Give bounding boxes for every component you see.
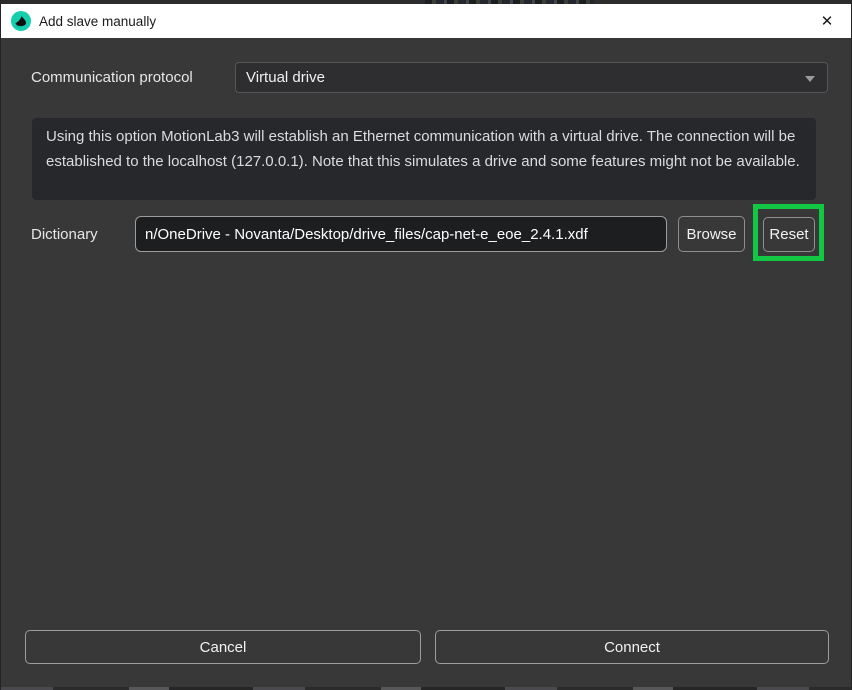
chevron-down-icon [805,76,815,82]
protocol-selected-value: Virtual drive [246,69,325,86]
reset-button-label: Reset [769,226,808,243]
reset-button[interactable]: Reset [763,217,815,252]
close-icon[interactable]: ✕ [809,4,845,38]
dictionary-path-input[interactable] [135,216,667,252]
browse-button[interactable]: Browse [678,216,745,252]
protocol-label: Communication protocol [31,69,193,86]
browse-button-label: Browse [686,226,736,243]
virtual-drive-info-text: Using this option MotionLab3 will establ… [46,128,800,170]
dialog-title: Add slave manually [39,14,156,29]
cancel-button-label: Cancel [200,639,247,656]
virtual-drive-info-box: Using this option MotionLab3 will establ… [32,118,816,200]
connect-button[interactable]: Connect [435,630,829,664]
add-slave-dialog: Add slave manually ✕ Communication proto… [0,0,852,690]
connect-button-label: Connect [604,639,660,656]
dictionary-label: Dictionary [31,226,98,243]
dialog-titlebar: Add slave manually ✕ [1,4,852,38]
cancel-button[interactable]: Cancel [25,630,421,664]
motionlab-logo-icon [11,11,31,31]
protocol-dropdown[interactable]: Virtual drive [235,62,828,93]
